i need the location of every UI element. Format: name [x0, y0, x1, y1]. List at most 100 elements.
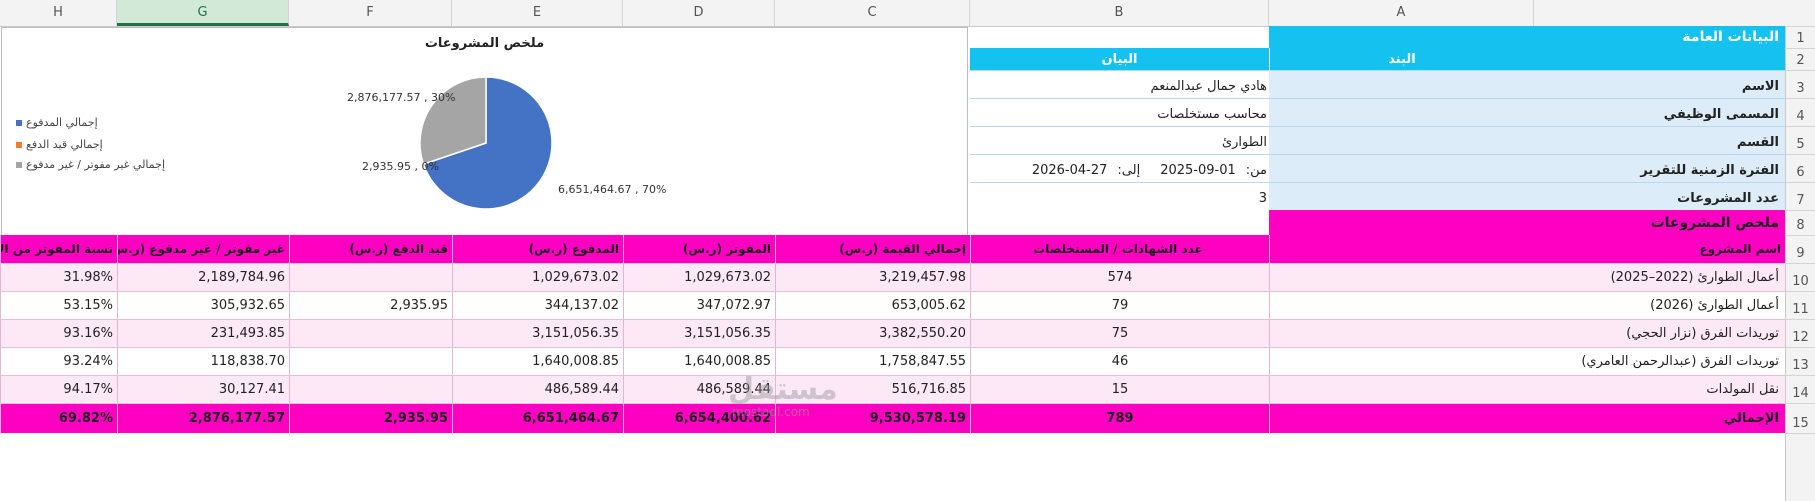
table-header-cell[interactable]: المدفوع (ر.س) — [452, 235, 623, 263]
table-total-cell[interactable]: 6,651,464.67 — [452, 403, 623, 433]
row-header[interactable]: 9 — [1785, 235, 1815, 263]
table-cell[interactable]: 486,589.44 — [452, 375, 623, 403]
row-header[interactable]: 11 — [1785, 291, 1815, 319]
table-header-cell[interactable]: عدد الشهادات / المستخلصات — [970, 235, 1269, 263]
column-header-c[interactable]: C — [775, 0, 970, 26]
legend-swatch-pending — [16, 141, 22, 148]
table-cell[interactable]: توريدات الفرق (نزار الحجي) — [1269, 319, 1785, 347]
row-header[interactable]: 15 — [1785, 403, 1815, 433]
table-cell[interactable] — [289, 319, 452, 347]
legend-item-paid: إجمالي المدفوع — [16, 116, 98, 129]
table-total-cell[interactable]: 2,935.95 — [289, 403, 452, 433]
legend-item-unbilled: إجمالي غير مفوتر / غير مدفوع — [16, 158, 165, 171]
table-cell[interactable]: 231,493.85 — [117, 319, 289, 347]
column-header-d[interactable]: D — [623, 0, 775, 26]
row-header[interactable]: 1 — [1785, 26, 1815, 48]
table-cell[interactable]: 93.24% — [0, 347, 117, 375]
table-total-cell[interactable]: الإجمالي — [1269, 403, 1785, 433]
watermark-logo: مستقل — [728, 372, 838, 407]
row-header[interactable]: 5 — [1785, 126, 1815, 154]
table-cell[interactable]: 1,640,008.85 — [452, 347, 623, 375]
table-cell[interactable]: 3,219,457.98 — [775, 263, 970, 291]
table-cell[interactable]: 1,640,008.85 — [623, 347, 775, 375]
table-header-cell[interactable]: المفوتر (ر.س) — [623, 235, 775, 263]
name-label[interactable]: الاسم — [1269, 70, 1785, 98]
table-cell[interactable]: 574 — [970, 263, 1269, 291]
table-cell[interactable]: 46 — [970, 347, 1269, 375]
table-cell[interactable]: 93.16% — [0, 319, 117, 347]
table-cell[interactable]: 1,758,847.55 — [775, 347, 970, 375]
row-header[interactable]: 6 — [1785, 154, 1815, 182]
period-label[interactable]: الفترة الزمنية للتقرير — [1269, 154, 1785, 182]
row-header[interactable]: 3 — [1785, 70, 1815, 98]
table-cell[interactable]: 2,935.95 — [289, 291, 452, 319]
period-from-date: 2025-09-01 — [1160, 163, 1236, 178]
table-cell[interactable]: 30,127.41 — [117, 375, 289, 403]
row-header[interactable]: 13 — [1785, 347, 1815, 375]
column-header-f[interactable]: F — [289, 0, 452, 26]
table-cell[interactable]: 3,382,550.20 — [775, 319, 970, 347]
row-header[interactable]: 12 — [1785, 319, 1815, 347]
table-cell[interactable]: 1,029,673.02 — [452, 263, 623, 291]
projects-count-value[interactable]: 3 — [970, 182, 1269, 210]
table-cell[interactable]: 653,005.62 — [775, 291, 970, 319]
row-header[interactable]: 2 — [1785, 48, 1815, 70]
row-header[interactable]: 7 — [1785, 182, 1815, 210]
table-cell[interactable]: 31.98% — [0, 263, 117, 291]
general-data-title[interactable]: البيانات العامة — [1269, 26, 1785, 48]
table-header-cell[interactable]: غير مفوتر / غير مدفوع (ر.س) — [117, 235, 289, 263]
table-cell[interactable]: توريدات الفرق (عبدالرحمن العامري) — [1269, 347, 1785, 375]
table-cell[interactable]: 3,151,056.35 — [452, 319, 623, 347]
table-cell[interactable]: 344,137.02 — [452, 291, 623, 319]
table-cell[interactable]: أعمال الطوارئ (2026) — [1269, 291, 1785, 319]
table-cell[interactable]: 53.15% — [0, 291, 117, 319]
table-header-cell[interactable]: اسم المشروع — [1269, 235, 1785, 263]
pie-chart[interactable]: ملخص المشروعات إجمالي المدفوع إجمالي قيد… — [1, 27, 968, 236]
table-cell[interactable]: 15 — [970, 375, 1269, 403]
table-total-cell[interactable]: 69.82% — [0, 403, 117, 433]
table-cell[interactable]: 79 — [970, 291, 1269, 319]
period-from-label: من: — [1245, 163, 1267, 178]
projects-summary-title[interactable]: ملخص المشروعات — [1269, 210, 1785, 235]
department-label[interactable]: القسم — [1269, 126, 1785, 154]
table-cell[interactable] — [289, 263, 452, 291]
period-value[interactable]: من: 2025-09-01 إلى: 2026-04-27 — [970, 154, 1269, 182]
period-to-label: إلى: — [1117, 163, 1141, 178]
table-cell[interactable]: 305,932.65 — [117, 291, 289, 319]
table-cell[interactable]: 347,072.97 — [623, 291, 775, 319]
table-header-cell[interactable]: نسبة المفوتر من الإجمالي — [0, 235, 117, 263]
job-title-value[interactable]: محاسب مستخلصات — [970, 98, 1269, 126]
table-total-cell[interactable]: 2,876,177.57 — [117, 403, 289, 433]
table-cell[interactable]: نقل المولدات — [1269, 375, 1785, 403]
table-cell[interactable]: أعمال الطوارئ (2022–2025) — [1269, 263, 1785, 291]
row-header[interactable]: 14 — [1785, 375, 1815, 403]
name-value[interactable]: هادي جمال عبدالمنعم — [970, 70, 1269, 98]
column-header-e[interactable]: E — [452, 0, 623, 26]
table-cell[interactable] — [289, 347, 452, 375]
table-cell[interactable]: 75 — [970, 319, 1269, 347]
header-item[interactable]: البند — [1269, 48, 1534, 70]
table-cell[interactable]: 2,189,784.96 — [117, 263, 289, 291]
data-label-unbilled: 2,876,177.57 , 30% — [347, 91, 456, 104]
table-cell[interactable]: 3,151,056.35 — [623, 319, 775, 347]
table-cell[interactable]: 118,838.70 — [117, 347, 289, 375]
table-cell[interactable]: 1,029,673.02 — [623, 263, 775, 291]
table-cell[interactable] — [289, 375, 452, 403]
column-header-g[interactable]: G — [117, 0, 289, 26]
header-value[interactable]: البيان — [970, 48, 1269, 70]
table-cell[interactable]: 94.17% — [0, 375, 117, 403]
legend-swatch-unbilled — [16, 161, 22, 168]
projects-count-label[interactable]: عدد المشروعات — [1269, 182, 1785, 210]
table-header-cell[interactable]: قيد الدفع (ر.س) — [289, 235, 452, 263]
table-total-cell[interactable]: 789 — [970, 403, 1269, 433]
table-header-cell[interactable]: إجمالي القيمة (ر.س) — [775, 235, 970, 263]
column-header-b[interactable]: B — [970, 0, 1269, 26]
row-header-empty — [1785, 433, 1815, 501]
column-header-h[interactable]: H — [0, 0, 117, 26]
row-header[interactable]: 8 — [1785, 210, 1815, 235]
department-value[interactable]: الطوارئ — [970, 126, 1269, 154]
job-title-label[interactable]: المسمى الوظيفي — [1269, 98, 1785, 126]
row-header[interactable]: 4 — [1785, 98, 1815, 126]
column-header-a[interactable]: A — [1269, 0, 1534, 26]
row-header[interactable]: 10 — [1785, 263, 1815, 291]
